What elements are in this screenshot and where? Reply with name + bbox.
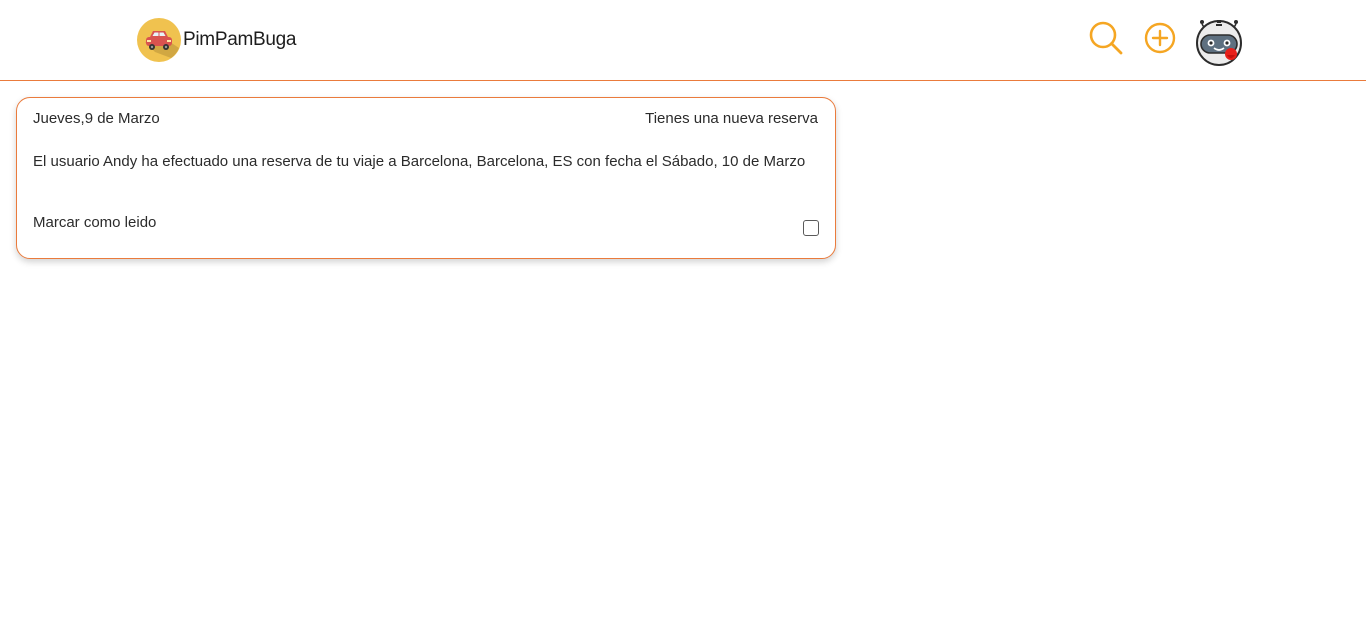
search-icon[interactable] bbox=[1088, 20, 1124, 56]
car-logo-icon bbox=[137, 18, 181, 62]
mark-as-read-label: Marcar como leido bbox=[33, 214, 157, 231]
brand-home-link[interactable]: PimPamBuga bbox=[137, 18, 296, 62]
notification-title: Tienes una nueva reserva bbox=[645, 110, 818, 127]
notification-date: Jueves,9 de Marzo bbox=[33, 110, 160, 127]
notification-message: El usuario Andy ha efectuado una reserva… bbox=[33, 153, 806, 170]
brand-name: PimPamBuga bbox=[183, 29, 297, 50]
add-circle-icon[interactable] bbox=[1144, 22, 1176, 54]
top-nav-bar: PimPamBuga bbox=[0, 0, 1366, 81]
mark-as-read-checkbox[interactable] bbox=[803, 220, 819, 236]
robot-avatar-icon[interactable] bbox=[1193, 14, 1245, 66]
notification-card: Jueves,9 de Marzo Tienes una nueva reser… bbox=[16, 97, 836, 259]
